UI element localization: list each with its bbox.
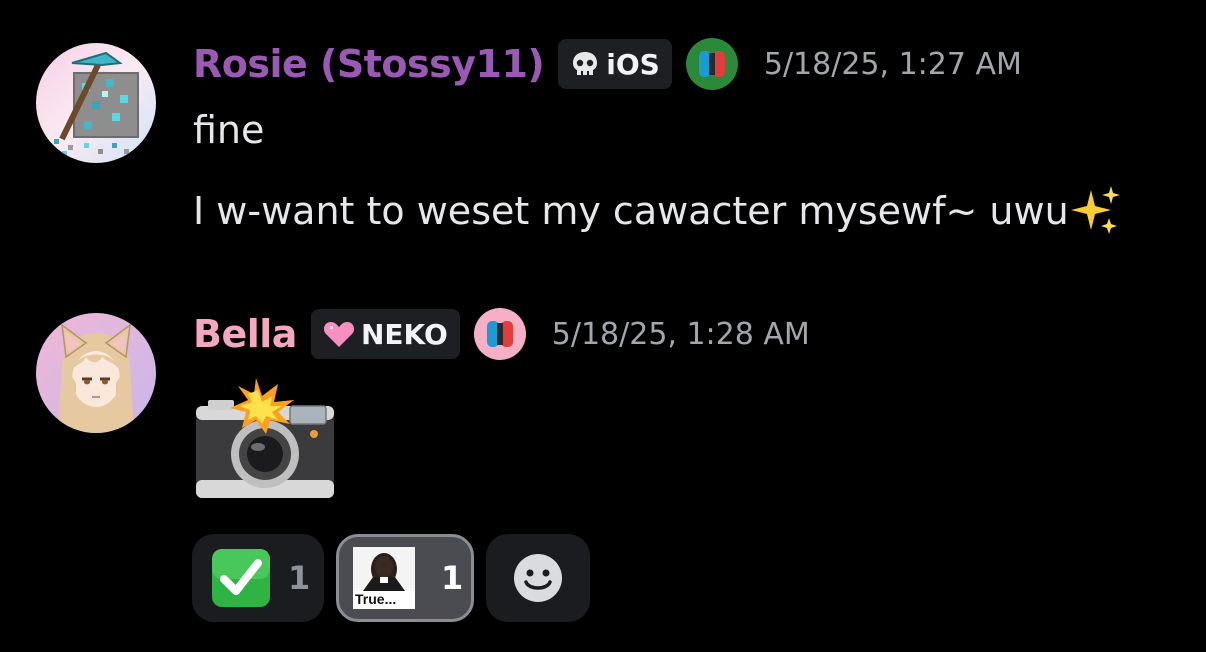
tag-label: NEKO bbox=[360, 317, 448, 351]
skull-icon bbox=[573, 52, 598, 75]
sparkles-emoji bbox=[1070, 186, 1120, 234]
add-reaction-button[interactable] bbox=[486, 534, 590, 622]
pink-heart-icon bbox=[323, 322, 354, 347]
reaction-check[interactable]: 1 bbox=[192, 534, 324, 622]
message-line-with-emoji: I w-want to weset my cawacter mysewf~ uw… bbox=[193, 184, 1121, 236]
check-mark-button-emoji bbox=[212, 549, 270, 607]
reaction-true[interactable]: True... 1 bbox=[336, 534, 474, 622]
timestamp[interactable]: 5/18/25, 1:27 AM bbox=[764, 47, 1022, 82]
nintendo-switch-icon[interactable] bbox=[473, 308, 526, 360]
custom-emoji-caption: True... bbox=[355, 591, 397, 607]
reaction-count: 1 bbox=[288, 559, 311, 597]
avatar-rosie[interactable] bbox=[36, 43, 156, 163]
custom-emoji-true: True... bbox=[353, 547, 415, 609]
username[interactable]: Rosie (Stossy11) bbox=[193, 42, 545, 86]
message-header: Bella NEKO 5/18/25, 1:28 AM bbox=[193, 308, 810, 360]
pickaxe-ore-avatar-icon bbox=[36, 43, 156, 163]
server-tag[interactable]: iOS bbox=[558, 39, 672, 89]
message-text: I w-want to weset my cawacter mysewf~ uw… bbox=[193, 189, 1069, 233]
tag-label: iOS bbox=[606, 47, 660, 81]
cat-girl-avatar-icon bbox=[36, 313, 156, 433]
reactions-bar: 1 True... 1 bbox=[192, 534, 590, 622]
reaction-count: 1 bbox=[441, 559, 464, 597]
username[interactable]: Bella bbox=[193, 312, 297, 356]
message-line: fine bbox=[193, 108, 265, 152]
message-header: Rosie (Stossy11) iOS 5/18/25, 1:27 AM bbox=[193, 38, 1022, 90]
server-tag[interactable]: NEKO bbox=[310, 309, 460, 359]
add-reaction-icon bbox=[514, 554, 562, 602]
nintendo-switch-icon[interactable] bbox=[685, 38, 738, 90]
timestamp[interactable]: 5/18/25, 1:28 AM bbox=[552, 317, 810, 352]
avatar-bella[interactable] bbox=[36, 313, 156, 433]
camera-with-flash-emoji bbox=[196, 378, 334, 498]
